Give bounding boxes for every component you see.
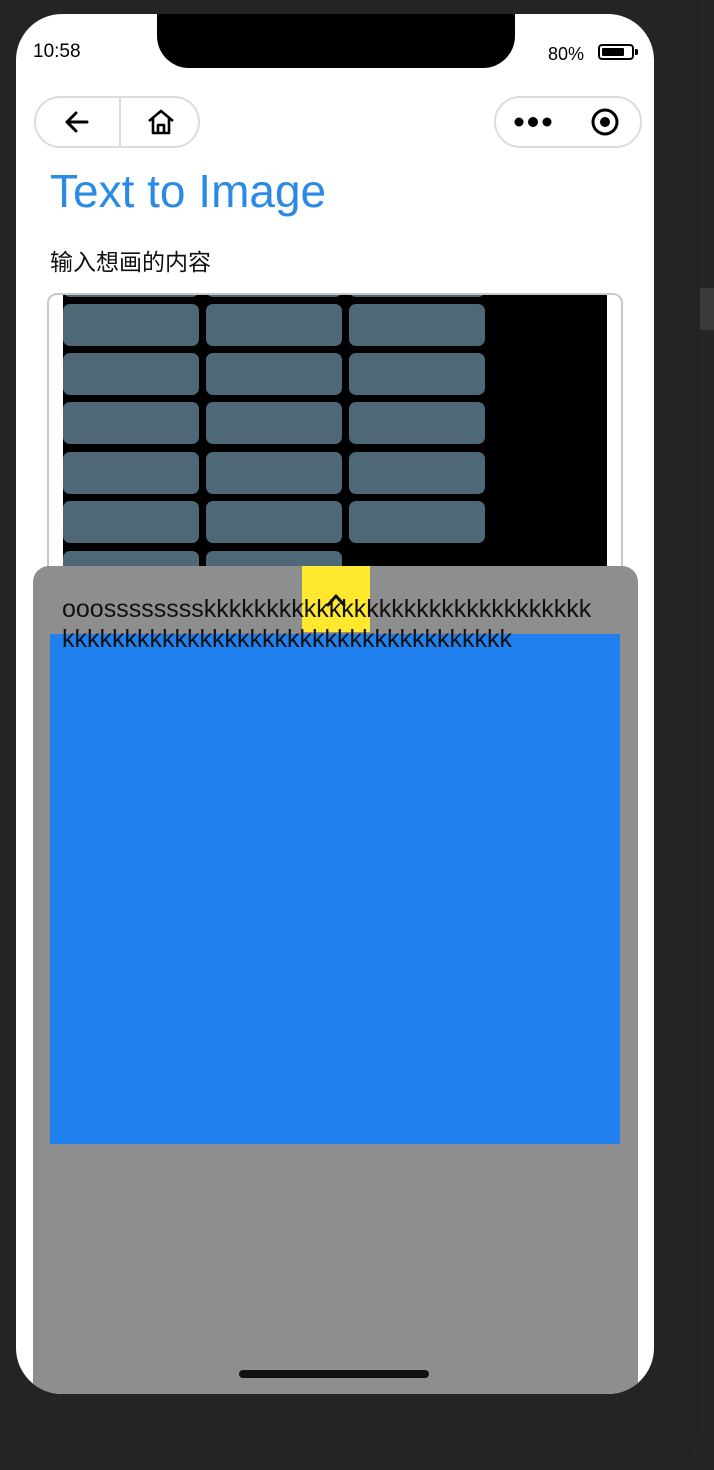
grid-button[interactable] (63, 452, 199, 494)
grid-button[interactable] (349, 501, 485, 543)
more-button[interactable] (496, 98, 570, 146)
grid-button[interactable] (206, 295, 342, 297)
grid-button[interactable] (349, 353, 485, 395)
battery-percentage: 80% (548, 44, 585, 64)
navigation-capsule (34, 96, 200, 148)
grid-button[interactable] (63, 295, 199, 297)
close-miniprogram-button[interactable] (570, 98, 640, 146)
record-circle-icon (591, 108, 619, 136)
grid-button[interactable] (63, 353, 199, 395)
style-picker-frame (47, 293, 623, 613)
scrollbar-thumb[interactable] (700, 288, 714, 330)
page-title: Text to Image (50, 165, 327, 217)
home-indicator (239, 1370, 429, 1378)
home-icon (148, 109, 174, 135)
camera-notch (157, 14, 515, 68)
grid-button[interactable] (206, 501, 342, 543)
phone-frame: 10:58 80% Text to Image 输入想画的内容 ooosssss… (0, 0, 700, 1470)
grid-button[interactable] (63, 304, 199, 346)
grid-button[interactable] (349, 402, 485, 444)
grid-button[interactable] (349, 304, 485, 346)
back-button[interactable] (36, 98, 118, 146)
grid-button[interactable] (349, 295, 485, 297)
status-time: 10:58 (33, 41, 81, 62)
menu-capsule (494, 96, 642, 148)
text-input-area[interactable] (50, 634, 620, 1144)
input-label: 输入想画的内容 (50, 250, 211, 276)
grid-button[interactable] (206, 304, 342, 346)
grid-button[interactable] (349, 452, 485, 494)
text-input-sheet: ooosssssssskkkkkkkkkkkkkkkkkkkkkkkkkkkkk… (33, 566, 638, 1394)
phone-screen: 10:58 80% Text to Image 输入想画的内容 ooosssss… (16, 14, 654, 1394)
more-dots-icon (514, 117, 552, 127)
battery-icon (598, 44, 638, 60)
battery-level (602, 48, 624, 56)
grid-button[interactable] (206, 452, 342, 494)
prompt-text[interactable]: ooosssssssskkkkkkkkkkkkkkkkkkkkkkkkkkkkk… (62, 594, 602, 654)
grid-button[interactable] (63, 402, 199, 444)
arrow-left-icon (65, 111, 89, 133)
grid-button[interactable] (63, 501, 199, 543)
grid-button[interactable] (206, 402, 342, 444)
home-button[interactable] (120, 98, 202, 146)
grid-button[interactable] (206, 353, 342, 395)
